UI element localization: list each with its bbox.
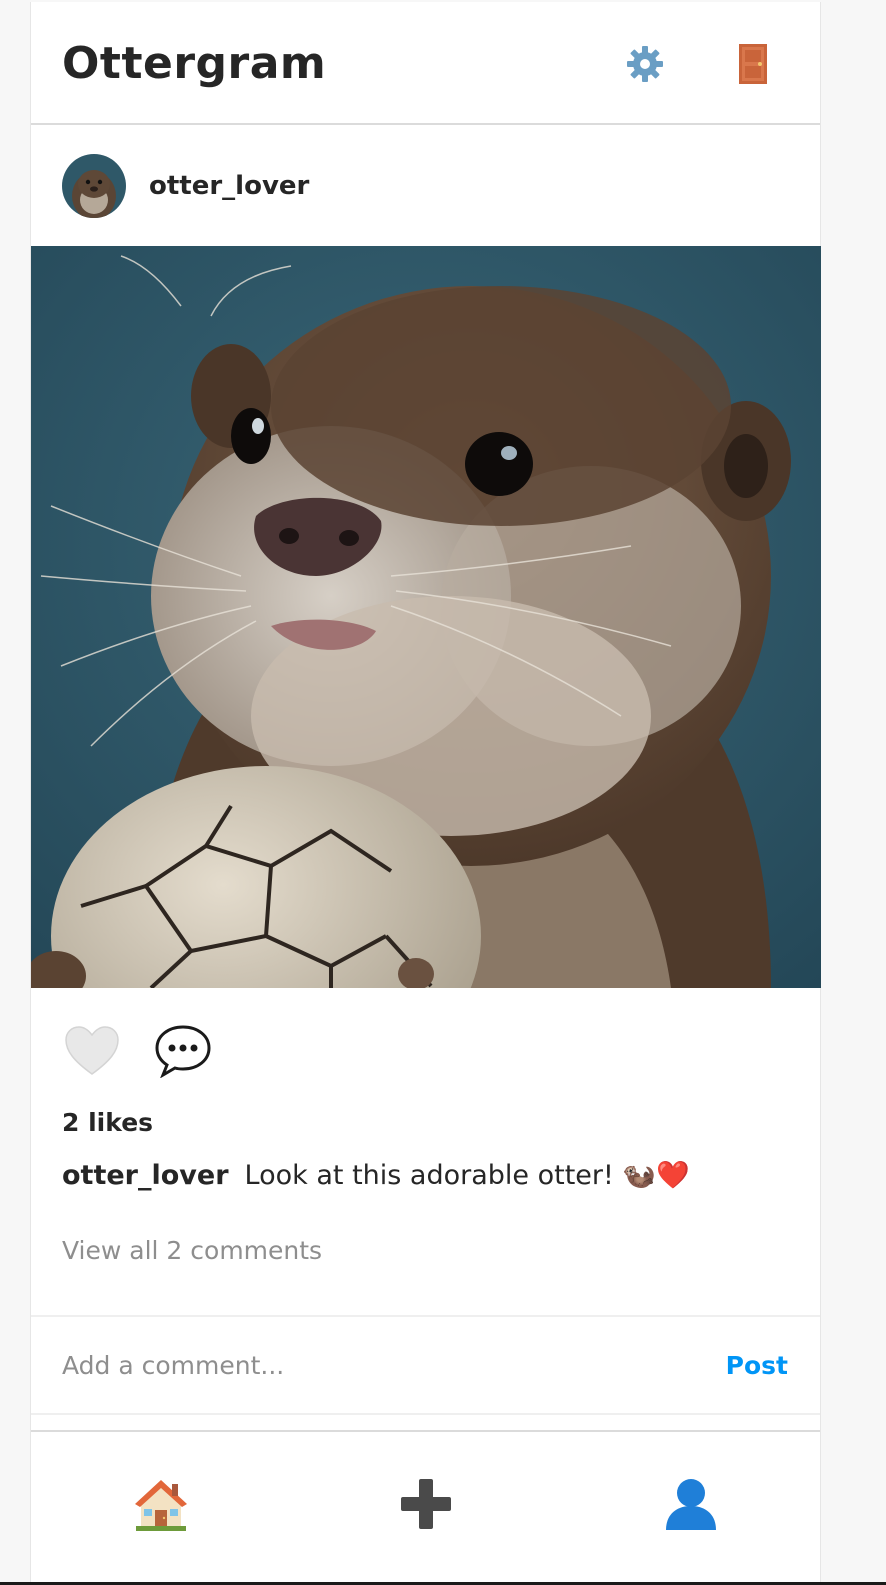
nav-profile[interactable] bbox=[659, 1472, 723, 1536]
comment-button[interactable] bbox=[153, 1021, 213, 1081]
view-comments-link[interactable]: View all 2 comments bbox=[62, 1236, 322, 1265]
post-header: otter_lover bbox=[31, 125, 820, 246]
speech-bubble-icon bbox=[155, 1025, 211, 1078]
avatar-image bbox=[62, 154, 126, 218]
likes-count[interactable]: 2 likes bbox=[62, 1108, 153, 1137]
avatar[interactable] bbox=[62, 154, 126, 218]
caption-text: Look at this adorable otter! 🦦❤️ bbox=[244, 1160, 690, 1191]
app-container: Ottergram otter_lover 2 likes otter_love… bbox=[30, 2, 821, 1585]
comment-input[interactable] bbox=[62, 1339, 702, 1391]
nav-home[interactable] bbox=[129, 1472, 193, 1536]
nav-create[interactable] bbox=[394, 1472, 458, 1536]
gear-icon bbox=[627, 46, 663, 82]
app-logo[interactable]: Ottergram bbox=[62, 36, 326, 92]
like-button[interactable] bbox=[62, 1021, 122, 1081]
door-icon bbox=[739, 44, 767, 84]
post-comment-button[interactable]: Post bbox=[726, 1351, 788, 1380]
profile-icon bbox=[666, 1479, 716, 1530]
top-header: Ottergram bbox=[31, 2, 820, 125]
plus-icon bbox=[401, 1479, 451, 1529]
add-comment-bar: Post bbox=[31, 1315, 820, 1415]
settings-button[interactable] bbox=[623, 42, 667, 86]
otter-photo bbox=[31, 246, 821, 988]
home-icon bbox=[135, 1480, 187, 1531]
bottom-nav bbox=[31, 1430, 820, 1585]
caption-username[interactable]: otter_lover bbox=[62, 1160, 229, 1191]
post-actions bbox=[31, 988, 820, 1108]
logout-button[interactable] bbox=[731, 42, 775, 86]
post-image[interactable] bbox=[31, 246, 821, 988]
post-caption: otter_lover Look at this adorable otter! … bbox=[62, 1159, 690, 1191]
heart-icon bbox=[65, 1026, 119, 1075]
post-username[interactable]: otter_lover bbox=[149, 171, 309, 201]
